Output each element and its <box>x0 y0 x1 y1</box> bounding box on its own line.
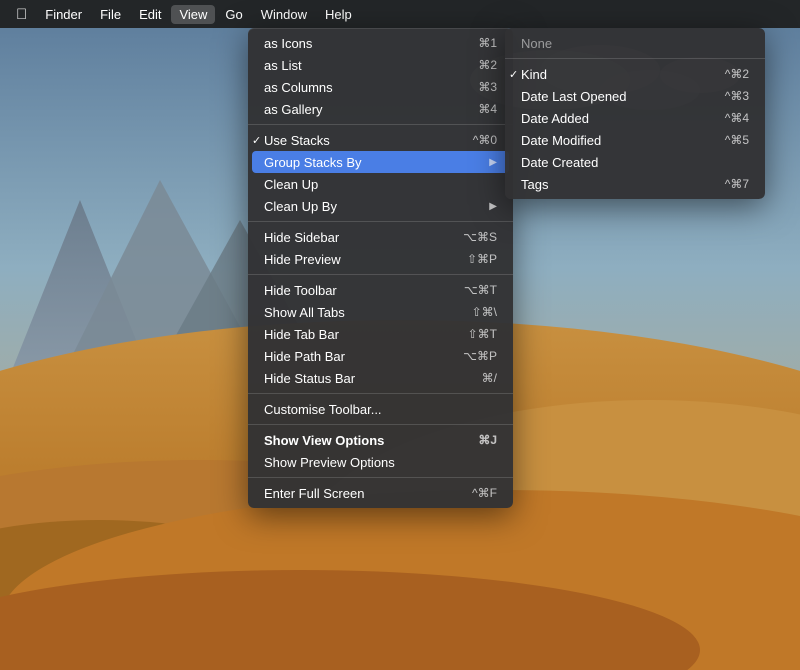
shortcut-as-gallery: ⌘4 <box>478 102 497 116</box>
shortcut-hide-preview: ⇧⌘P <box>467 252 497 266</box>
menu-item-hide-status-bar[interactable]: Hide Status Bar ⌘/ <box>248 367 513 389</box>
separator-4 <box>248 393 513 394</box>
submenu-label: Date Added <box>521 111 589 126</box>
menu-label: Hide Tab Bar <box>264 327 339 342</box>
menu-item-show-view-options[interactable]: Show View Options ⌘J <box>248 429 513 451</box>
separator-3 <box>248 274 513 275</box>
apple-menu-icon[interactable]:  <box>8 4 35 25</box>
shortcut-hide-path-bar: ⌥⌘P <box>463 349 497 363</box>
menubar-go[interactable]: Go <box>217 5 250 24</box>
menu-label: Hide Toolbar <box>264 283 337 298</box>
menu-label: Enter Full Screen <box>264 486 364 501</box>
separator-1 <box>248 124 513 125</box>
menu-label: Group Stacks By <box>264 155 362 170</box>
submenu-separator-1 <box>505 58 765 59</box>
menu-label: Show All Tabs <box>264 305 345 320</box>
separator-6 <box>248 477 513 478</box>
submenu-arrow-clean-up-by: ▶ <box>489 201 497 212</box>
shortcut-as-icons: ⌘1 <box>478 36 497 50</box>
submenu-label: Date Last Opened <box>521 89 627 104</box>
submenu-item-date-created[interactable]: Date Created <box>505 151 765 173</box>
menu-item-group-stacks-by[interactable]: Group Stacks By ▶ <box>252 151 509 173</box>
menubar-window[interactable]: Window <box>253 5 315 24</box>
menu-item-hide-tab-bar[interactable]: Hide Tab Bar ⇧⌘T <box>248 323 513 345</box>
submenu-label: None <box>521 36 552 51</box>
checkmark-kind: ✓ <box>509 68 518 81</box>
menu-label: Show View Options <box>264 433 384 448</box>
shortcut-as-columns: ⌘3 <box>478 80 497 94</box>
menu-label: Hide Status Bar <box>264 371 355 386</box>
shortcut-kind: ^⌘2 <box>725 67 749 81</box>
menu-label: Hide Path Bar <box>264 349 345 364</box>
submenu-item-tags[interactable]: Tags ^⌘7 <box>505 173 765 195</box>
menubar-edit[interactable]: Edit <box>131 5 169 24</box>
menu-label: Customise Toolbar... <box>264 402 382 417</box>
menu-label: Clean Up By <box>264 199 337 214</box>
menu-item-clean-up-by[interactable]: Clean Up By ▶ <box>248 195 513 217</box>
menu-item-as-list[interactable]: as List ⌘2 <box>248 54 513 76</box>
menu-label: as Gallery <box>264 102 323 117</box>
shortcut-show-all-tabs: ⇧⌘\ <box>472 305 497 319</box>
menu-label: as Columns <box>264 80 333 95</box>
menu-item-enter-full-screen[interactable]: Enter Full Screen ^⌘F <box>248 482 513 504</box>
shortcut-enter-full-screen: ^⌘F <box>472 486 497 500</box>
submenu-label: Date Created <box>521 155 598 170</box>
menu-label: Use Stacks <box>264 133 330 148</box>
menu-label: as List <box>264 58 302 73</box>
menu-item-as-icons[interactable]: as Icons ⌘1 <box>248 32 513 54</box>
menu-item-as-gallery[interactable]: as Gallery ⌘4 <box>248 98 513 120</box>
checkmark-use-stacks: ✓ <box>252 134 261 147</box>
menubar-file[interactable]: File <box>92 5 129 24</box>
submenu-label: Date Modified <box>521 133 601 148</box>
menu-label: Show Preview Options <box>264 455 395 470</box>
menubar-finder[interactable]: Finder <box>37 5 90 24</box>
menu-item-customise-toolbar[interactable]: Customise Toolbar... <box>248 398 513 420</box>
group-stacks-by-submenu: None ✓ Kind ^⌘2 Date Last Opened ^⌘3 Dat… <box>505 28 765 199</box>
submenu-label: Kind <box>521 67 547 82</box>
shortcut-hide-tab-bar: ⇧⌘T <box>468 327 497 341</box>
shortcut-tags: ^⌘7 <box>725 177 749 191</box>
shortcut-hide-status-bar: ⌘/ <box>482 371 497 385</box>
menubar:  Finder File Edit View Go Window Help <box>0 0 800 28</box>
menubar-help[interactable]: Help <box>317 5 360 24</box>
submenu-item-date-last-opened[interactable]: Date Last Opened ^⌘3 <box>505 85 765 107</box>
shortcut-use-stacks: ^⌘0 <box>473 133 497 147</box>
menu-label: as Icons <box>264 36 312 51</box>
menu-item-as-columns[interactable]: as Columns ⌘3 <box>248 76 513 98</box>
separator-5 <box>248 424 513 425</box>
menu-label: Hide Sidebar <box>264 230 339 245</box>
submenu-item-none[interactable]: None <box>505 32 765 54</box>
menu-item-hide-path-bar[interactable]: Hide Path Bar ⌥⌘P <box>248 345 513 367</box>
separator-2 <box>248 221 513 222</box>
shortcut-date-modified: ^⌘5 <box>725 133 749 147</box>
submenu-item-date-added[interactable]: Date Added ^⌘4 <box>505 107 765 129</box>
menu-label: Clean Up <box>264 177 318 192</box>
shortcut-date-last-opened: ^⌘3 <box>725 89 749 103</box>
shortcut-hide-toolbar: ⌥⌘T <box>464 283 497 297</box>
shortcut-show-view-options: ⌘J <box>478 433 497 447</box>
submenu-arrow-group-stacks: ▶ <box>489 157 497 168</box>
shortcut-date-added: ^⌘4 <box>725 111 749 125</box>
shortcut-hide-sidebar: ⌥⌘S <box>463 230 497 244</box>
menu-item-hide-toolbar[interactable]: Hide Toolbar ⌥⌘T <box>248 279 513 301</box>
submenu-item-kind[interactable]: ✓ Kind ^⌘2 <box>505 63 765 85</box>
menu-item-show-preview-options[interactable]: Show Preview Options <box>248 451 513 473</box>
view-dropdown-menu: as Icons ⌘1 as List ⌘2 as Columns ⌘3 as … <box>248 28 513 508</box>
menu-item-clean-up[interactable]: Clean Up <box>248 173 513 195</box>
menu-item-show-all-tabs[interactable]: Show All Tabs ⇧⌘\ <box>248 301 513 323</box>
shortcut-as-list: ⌘2 <box>478 58 497 72</box>
menu-label: Hide Preview <box>264 252 341 267</box>
menubar-view[interactable]: View <box>171 5 215 24</box>
menu-item-hide-preview[interactable]: Hide Preview ⇧⌘P <box>248 248 513 270</box>
menu-item-use-stacks[interactable]: ✓ Use Stacks ^⌘0 <box>248 129 513 151</box>
submenu-label: Tags <box>521 177 548 192</box>
submenu-item-date-modified[interactable]: Date Modified ^⌘5 <box>505 129 765 151</box>
menu-item-hide-sidebar[interactable]: Hide Sidebar ⌥⌘S <box>248 226 513 248</box>
